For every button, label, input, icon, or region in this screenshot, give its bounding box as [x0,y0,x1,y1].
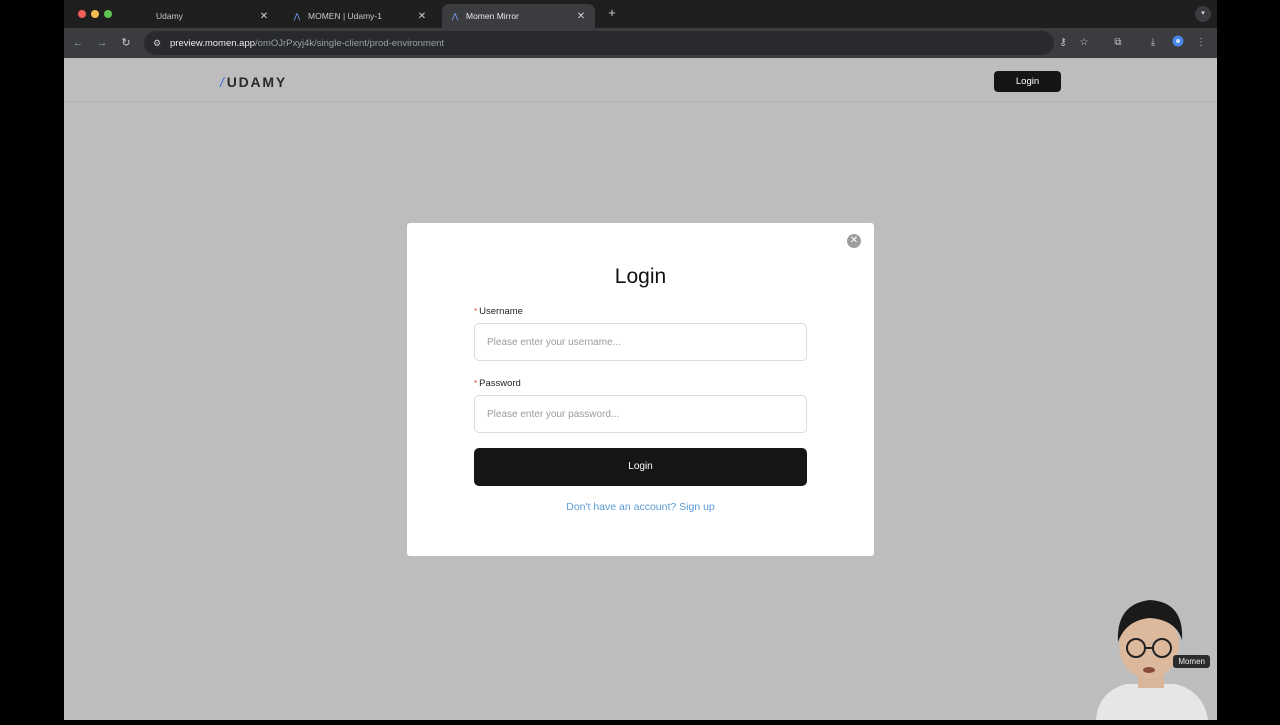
momen-favicon-icon: ⋀ [451,11,459,21]
maximize-window-button[interactable] [104,10,112,18]
presenter-name-tag: Momen [1173,655,1210,668]
menu-kebab-icon[interactable]: ⋮ [1193,35,1209,51]
forward-icon[interactable]: → [94,35,110,51]
tab-strip: Udamy ✕ ⋀ MOMEN | Udamy-1 ✕ ⋀ Momen Mirr… [64,0,1217,28]
required-mark: * [474,307,478,316]
tab-title: Udamy [156,11,183,21]
password-input[interactable] [474,395,807,433]
webcam-overlay: Momen [1086,590,1216,720]
url-path: /omOJrPxyj4k/single-client/prod-environm… [255,37,445,49]
header-login-button[interactable]: Login [994,71,1061,92]
reload-icon[interactable]: ↻ [118,35,134,51]
new-tab-button[interactable]: + [605,6,619,20]
download-icon[interactable]: ⤓ [1145,35,1161,51]
close-icon[interactable]: ✕ [575,11,587,22]
address-bar[interactable]: ⚙ preview.momen.app/omOJrPxyj4k/single-c… [144,31,1054,55]
close-icon[interactable]: ✕ [416,11,428,22]
tab-title: MOMEN | Udamy-1 [308,11,382,21]
url-host: preview.momen.app [170,37,256,49]
tab-search-icon[interactable]: ▾ [1195,6,1211,22]
logo-slash: / [220,74,226,90]
browser-toolbar: ← → ↻ ⚙ preview.momen.app/omOJrPxyj4k/si… [64,28,1217,58]
modal-title: Login [614,265,667,288]
tab-udamy[interactable]: Udamy ✕ [132,4,278,28]
login-submit-button[interactable]: Login [474,448,807,486]
bookmark-star-icon[interactable]: ☆ [1076,35,1092,51]
tab-title: Momen Mirror [466,11,519,21]
login-modal: ✕ Login *Username *Password Login Don't … [407,223,874,556]
site-header: /UDAMY Login [64,58,1217,102]
username-label: * Username [474,306,523,317]
profile-avatar-icon[interactable] [1170,35,1186,51]
close-window-button[interactable] [78,10,86,18]
close-icon[interactable]: ✕ [847,234,861,248]
site-logo[interactable]: /UDAMY [220,74,287,90]
page-viewport: /UDAMY Login ✕ Login *Username *Password… [64,58,1217,720]
required-mark: * [474,379,478,388]
momen-favicon-icon: ⋀ [293,11,301,21]
logo-text: UDAMY [226,74,288,90]
browser-window: Udamy ✕ ⋀ MOMEN | Udamy-1 ✕ ⋀ Momen Mirr… [64,0,1217,720]
signup-link[interactable]: Don't have an account? Sign up [407,501,874,513]
extensions-icon[interactable]: ⧉ [1110,35,1126,51]
favicon-icon [140,11,150,21]
password-label: * Password [474,378,521,389]
tab-momen-mirror[interactable]: ⋀ Momen Mirror ✕ [442,4,595,28]
minimize-window-button[interactable] [91,10,99,18]
username-input[interactable] [474,323,807,361]
back-icon[interactable]: ← [70,35,86,51]
key-icon[interactable]: ⚷ [1055,35,1071,51]
close-icon[interactable]: ✕ [258,11,270,22]
tab-momen-udamy[interactable]: ⋀ MOMEN | Udamy-1 ✕ [284,4,436,28]
site-info-icon[interactable]: ⚙ [150,38,164,49]
